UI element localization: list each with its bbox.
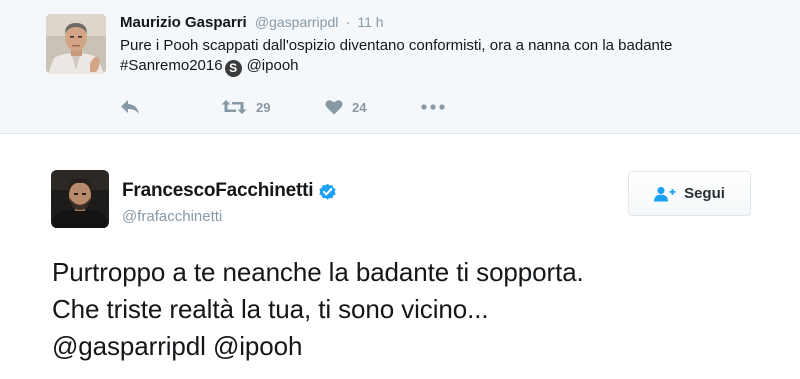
main-author-row: FrancescoFacchinetti: [122, 180, 337, 202]
reply-button[interactable]: [120, 97, 140, 117]
quoted-author-name[interactable]: Maurizio Gasparri: [120, 14, 247, 31]
heart-icon: [325, 100, 343, 115]
follow-button-label: Segui: [684, 185, 725, 202]
reply-icon: [121, 100, 139, 114]
quoted-author-handle[interactable]: @gasparripdl: [255, 14, 338, 30]
facchinetti-avatar[interactable]: [51, 170, 109, 228]
quoted-tweet-text: Pure i Pooh scappati dall'ospizio divent…: [120, 36, 740, 77]
tweet-actions: 29 24: [120, 97, 460, 117]
more-options-button[interactable]: [421, 97, 445, 117]
main-text-mentions[interactable]: @gasparripdl @ipooh: [52, 328, 782, 365]
main-author-handle[interactable]: @frafacchinetti: [122, 208, 222, 225]
header-separator: ·: [345, 14, 351, 30]
follow-button[interactable]: Segui: [628, 171, 751, 216]
like-count: 24: [352, 99, 367, 115]
main-author-name[interactable]: FrancescoFacchinetti: [122, 180, 314, 202]
avatar-photo: [51, 170, 109, 228]
verified-badge-icon: [319, 183, 337, 200]
tweet-timestamp[interactable]: 11 h: [357, 14, 383, 30]
gasparri-avatar[interactable]: [46, 14, 106, 74]
like-button[interactable]: 24: [325, 97, 366, 117]
retweet-icon: [221, 100, 247, 114]
quoted-tweet: Maurizio Gasparri @gasparripdl · 11 h Pu…: [0, 0, 800, 134]
retweet-count: 29: [256, 99, 271, 115]
main-tweet-text: Purtroppo a te neanche la badante ti sop…: [52, 254, 782, 365]
add-user-icon: [654, 186, 676, 201]
mention-ipooh[interactable]: @ipooh: [247, 57, 299, 74]
main-text-line: Che triste realtà la tua, ti sono vicino…: [52, 294, 489, 324]
quoted-tweet-header: Maurizio Gasparri @gasparripdl · 11 h: [120, 13, 384, 32]
quoted-text-part1: Pure i Pooh scappati dall'ospizio divent…: [120, 37, 673, 74]
retweet-button[interactable]: 29: [221, 97, 270, 117]
main-text-line: Purtroppo a te neanche la badante ti sop…: [52, 257, 584, 287]
sanremo-hashflag-icon: S: [224, 60, 242, 77]
avatar-photo: [46, 14, 106, 74]
more-dots-icon: [421, 104, 445, 110]
